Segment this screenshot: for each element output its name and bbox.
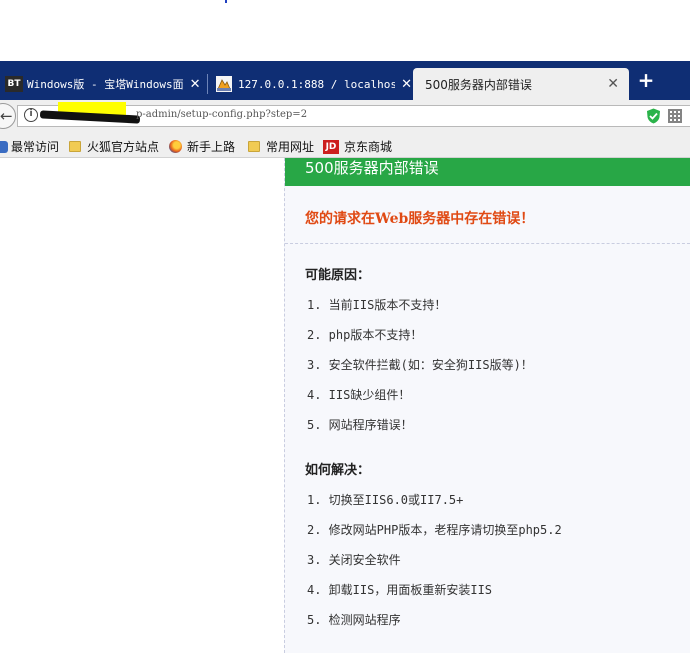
back-arrow-icon: ← <box>0 107 13 125</box>
new-tab-button[interactable]: + <box>636 70 656 90</box>
tab-phpmyadmin[interactable]: 127.0.0.1:888 / localhost ✕ <box>210 68 412 100</box>
error-header-title: 500服务器内部错误 <box>305 159 439 177</box>
solution-item: 5. 检测网站程序 <box>307 613 401 627</box>
solution-item: 3. 关闭安全软件 <box>307 553 401 567</box>
bookmark-label: 常用网址 <box>266 140 315 154</box>
tab-close-icon[interactable]: ✕ <box>607 76 619 92</box>
causes-title: 可能原因： <box>305 268 371 283</box>
bookmarks-star-icon <box>0 140 8 153</box>
tab-close-icon[interactable]: ✕ <box>401 77 412 92</box>
firefox-icon <box>169 140 182 153</box>
bt-favicon-icon: BT <box>5 76 23 92</box>
bookmark-common-sites[interactable]: 常用网址 <box>248 138 314 155</box>
tab-title: Windows版 - 宝塔Windows面 <box>27 78 184 91</box>
solution-item: 1. 切换至IIS6.0或II7.5+ <box>307 493 464 507</box>
shield-icon[interactable] <box>646 108 661 124</box>
cause-item: 3. 安全软件拦截(如：安全狗IIS版等)！ <box>307 358 533 372</box>
jd-icon: JD <box>323 139 339 154</box>
folder-icon <box>248 141 260 152</box>
phpmyadmin-icon <box>216 76 232 92</box>
stray-pixel <box>225 0 227 3</box>
tab-strip: BT Windows版 - 宝塔Windows面 ✕ 127.0.0.1:888… <box>0 61 690 100</box>
url-text[interactable]: p-admin/setup-config.php?step=2 <box>136 109 307 120</box>
tab-500-error[interactable]: 500服务器内部错误 ✕ <box>413 68 629 100</box>
bookmark-firefox-official[interactable]: 火狐官方站点 <box>69 138 159 155</box>
cause-item: 5. 网站程序错误！ <box>307 418 413 432</box>
folder-icon <box>69 141 81 152</box>
bookmark-jd-mall[interactable]: JD 京东商城 <box>323 138 392 155</box>
bookmark-getting-started[interactable]: 新手上路 <box>169 138 235 155</box>
error-header: 500服务器内部错误 <box>285 158 690 186</box>
tab-baota[interactable]: BT Windows版 - 宝塔Windows面 ✕ <box>0 68 207 100</box>
bookmarks-toolbar: 最常访问 火狐官方站点 新手上路 常用网址 JD 京东商城 <box>0 134 690 158</box>
back-button[interactable]: ← <box>0 103 16 129</box>
tab-separator <box>207 74 208 94</box>
divider <box>285 243 690 244</box>
solution-item: 2. 修改网站PHP版本，老程序请切换至php5.2 <box>307 523 562 537</box>
bookmark-label: 新手上路 <box>187 140 236 154</box>
address-bar[interactable]: i p-admin/setup-config.php?step=2 <box>17 102 690 127</box>
tab-close-icon[interactable]: ✕ <box>190 77 201 92</box>
solutions-title: 如何解决： <box>305 463 371 478</box>
bookmark-label: 最常访问 <box>11 140 60 154</box>
tab-title: 500服务器内部错误 <box>425 77 532 92</box>
bookmark-label: 京东商城 <box>344 140 393 154</box>
bookmark-label: 火狐官方站点 <box>87 140 160 154</box>
navigation-bar: ← i p-admin/setup-config.php?step=2 <box>0 100 690 134</box>
error-panel: 500服务器内部错误 您的请求在Web服务器中存在错误！ 可能原因： 1. 当前… <box>284 158 690 653</box>
qr-code-icon[interactable] <box>668 109 682 123</box>
error-main-message: 您的请求在Web服务器中存在错误！ <box>305 211 535 227</box>
site-info-icon[interactable]: i <box>24 108 38 122</box>
tab-title: 127.0.0.1:888 / localhost <box>238 77 396 91</box>
cause-item: 2. php版本不支持！ <box>307 328 423 342</box>
cause-item: 1. 当前IIS版本不支持！ <box>307 298 447 312</box>
bookmark-most-visited[interactable]: 最常访问 <box>0 138 59 155</box>
solution-item: 4. 卸载IIS，用面板重新安装IIS <box>307 583 493 597</box>
cause-item: 4. IIS缺少组件！ <box>307 388 411 402</box>
